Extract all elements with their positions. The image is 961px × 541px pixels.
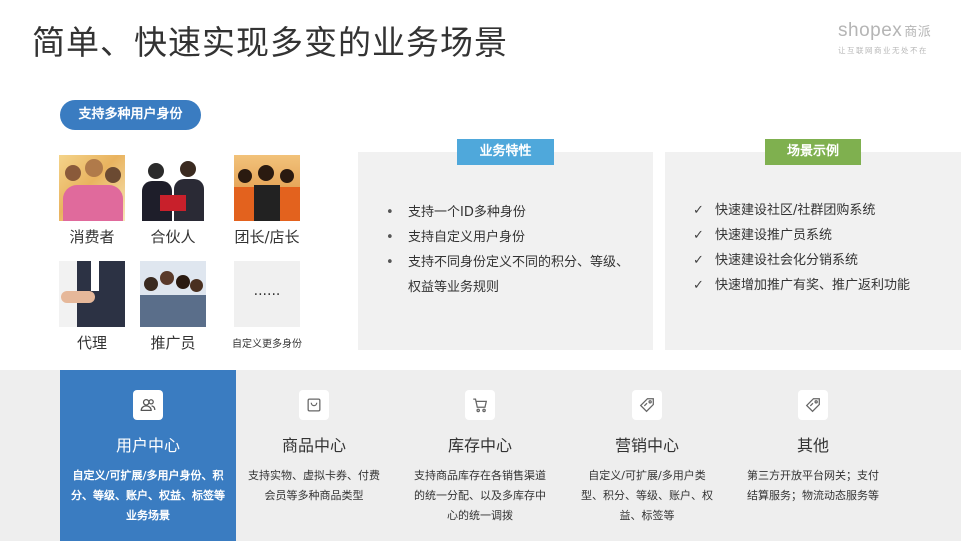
logo-slogan: 让互联网商业无处不在 [838, 46, 928, 55]
examples-panel: 快速建设社区/社群团购系统 快速建设推广员系统 快速建设社会化分销系统 快速增加… [665, 152, 961, 350]
persona-label: 团长/店长 [234, 228, 300, 246]
module-user-center[interactable]: 用户中心 自定义/可扩展/多用户身份、积分、等级、账户、权益、标签等业务场景 [60, 370, 236, 541]
persona-leader: 团长/店长 [234, 155, 300, 247]
persona-more: ...... 自定义更多身份 [222, 261, 312, 350]
example-item: 快速建设社区/社群团购系统 [693, 198, 951, 223]
module-title: 库存中心 [447, 436, 512, 455]
module-title: 营销中心 [614, 436, 679, 455]
examples-tag: 场景示例 [765, 139, 861, 165]
persona-partner: 合伙人 [140, 155, 206, 247]
persona-label: 代理 [76, 334, 107, 352]
module-desc: 支持实物、虚拟卡券、付费会员等多种商品类型 [248, 469, 380, 502]
example-item: 快速建设推广员系统 [693, 223, 951, 248]
features-panel: 支持一个ID多种身份 支持自定义用户身份 支持不同身份定义不同的积分、等级、权益… [358, 152, 653, 350]
bag-icon [299, 390, 329, 420]
identity-pill: 支持多种用户身份 [60, 100, 201, 130]
module-title: 其他 [796, 436, 829, 455]
persona-label: 消费者 [69, 228, 115, 246]
module-desc: 自定义/可扩展/多用户身份、积分、等级、账户、权益、标签等业务场景 [71, 469, 225, 522]
logo-text-cn: 商派 [904, 25, 932, 40]
tag-icon [798, 390, 828, 420]
feature-item: 支持一个ID多种身份 [386, 200, 633, 225]
agent-photo [59, 261, 125, 327]
more-placeholder: ...... [234, 261, 300, 327]
modules-band: 用户中心 自定义/可扩展/多用户身份、积分、等级、账户、权益、标签等业务场景 商… [0, 370, 961, 541]
tag-icon [632, 390, 662, 420]
example-item: 快速增加推广有奖、推广返利功能 [693, 273, 951, 298]
logo-text: shopex [838, 20, 903, 41]
features-tag: 业务特性 [457, 139, 554, 165]
persona-promoter: 推广员 [140, 261, 206, 353]
features-list: 支持一个ID多种身份 支持自定义用户身份 支持不同身份定义不同的积分、等级、权益… [386, 200, 633, 300]
persona-label: 合伙人 [150, 228, 196, 246]
persona-label: 自定义更多身份 [232, 339, 302, 350]
persona-agent: 代理 [59, 261, 125, 353]
leader-photo [234, 155, 300, 221]
module-product-center[interactable]: 商品中心 支持实物、虚拟卡券、付费会员等多种商品类型 [236, 370, 392, 541]
consumer-photo [59, 155, 125, 221]
module-title: 商品中心 [281, 436, 346, 455]
users-icon [133, 390, 163, 420]
module-desc: 自定义/可扩展/多用户类型、积分、等级、账户、权益、标签等 [581, 469, 713, 522]
persona-label: 推广员 [150, 334, 196, 352]
page-title: 简单、快速实现多变的业务场景 [32, 23, 508, 62]
feature-item: 支持不同身份定义不同的积分、等级、权益等业务规则 [386, 250, 633, 300]
promoter-photo [140, 261, 206, 327]
persona-consumer: 消费者 [59, 155, 125, 247]
module-desc: 第三方开放平台网关；支付结算服务；物流动态服务等 [747, 469, 879, 502]
example-item: 快速建设社会化分销系统 [693, 248, 951, 273]
module-title: 用户中心 [115, 436, 180, 455]
module-desc: 支持商品库存在各销售渠道的统一分配、以及多库存中心的统一调拨 [414, 469, 546, 522]
shopex-logo: shopex 商派 让互联网商业无处不在 [838, 20, 948, 56]
cart-icon [465, 390, 495, 420]
module-marketing-center[interactable]: 营销中心 自定义/可扩展/多用户类型、积分、等级、账户、权益、标签等 [569, 370, 725, 541]
partner-photo [140, 155, 206, 221]
feature-item: 支持自定义用户身份 [386, 225, 633, 250]
module-other[interactable]: 其他 第三方开放平台网关；支付结算服务；物流动态服务等 [735, 370, 891, 541]
module-inventory-center[interactable]: 库存中心 支持商品库存在各销售渠道的统一分配、以及多库存中心的统一调拨 [402, 370, 558, 541]
examples-list: 快速建设社区/社群团购系统 快速建设推广员系统 快速建设社会化分销系统 快速增加… [693, 198, 951, 298]
